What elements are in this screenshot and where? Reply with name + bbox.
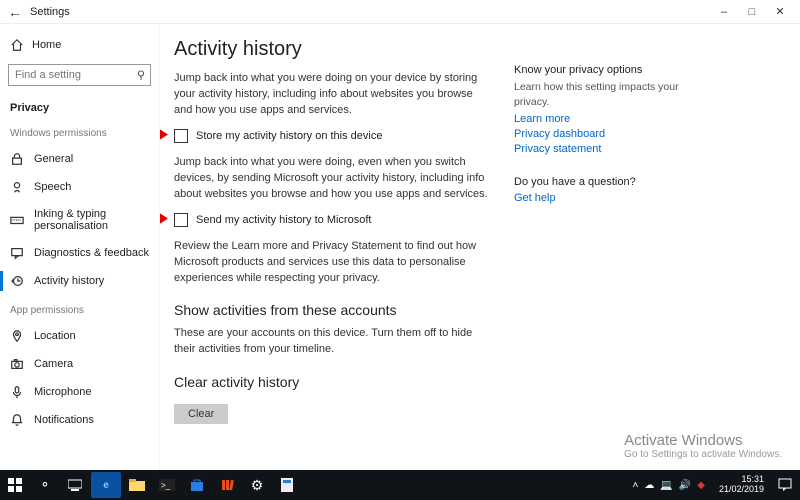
link-learn-more[interactable]: Learn more — [514, 113, 704, 125]
red-arrow-icon — [160, 209, 168, 230]
main-panel: Activity history Jump back into what you… — [160, 24, 800, 470]
section-app-permissions: App permissions — [0, 295, 159, 322]
home-icon — [10, 38, 24, 52]
checkbox-send[interactable] — [174, 213, 188, 227]
checkbox-row-send[interactable]: Send my activity history to Microsoft — [174, 213, 494, 227]
window-title: Settings — [30, 6, 70, 18]
intro-text-3: Review the Learn more and Privacy Statem… — [174, 239, 494, 287]
location-icon — [10, 329, 24, 343]
taskbar-app-settings[interactable]: ⚙ — [242, 470, 272, 500]
checkbox-send-label: Send my activity history to Microsoft — [196, 214, 371, 226]
titlebar: ← Settings – □ ✕ — [0, 0, 800, 24]
speech-icon — [10, 180, 24, 194]
history-icon — [10, 274, 24, 288]
sidebar-item-camera[interactable]: Camera — [0, 350, 159, 378]
maximize-button[interactable]: □ — [738, 2, 766, 22]
home-label: Home — [32, 39, 61, 51]
intro-text-1: Jump back into what you were doing on yo… — [174, 71, 494, 119]
search-wrap: ⚲ — [8, 64, 151, 86]
svg-text:>_: >_ — [161, 481, 171, 490]
sidebar-item-location[interactable]: Location — [0, 322, 159, 350]
close-button[interactable]: ✕ — [766, 2, 794, 22]
checkbox-row-store[interactable]: Store my activity history on this device — [174, 129, 494, 143]
sidebar-item-label: Location — [34, 330, 76, 342]
heading-clear: Clear activity history — [174, 374, 494, 390]
taskbar-date: 21/02/2019 — [719, 485, 764, 495]
tray-volume-icon[interactable]: 🔊 — [679, 480, 691, 491]
system-tray[interactable]: ˄ ☁ 💻 🔊 ◆ — [625, 480, 713, 491]
red-arrow-icon — [160, 125, 168, 146]
activation-watermark: Activate Windows Go to Settings to activ… — [624, 432, 782, 460]
tray-network-icon[interactable]: 💻 — [660, 480, 672, 491]
bell-icon — [10, 413, 24, 427]
heading-accounts: Show activities from these accounts — [174, 302, 494, 318]
sidebar-item-label: Diagnostics & feedback — [34, 247, 149, 259]
accounts-text: These are your accounts on this device. … — [174, 326, 494, 358]
taskbar-app-library[interactable] — [212, 470, 242, 500]
link-privacy-statement[interactable]: Privacy statement — [514, 143, 704, 155]
sidebar: Home ⚲ Privacy Windows permissions Gener… — [0, 24, 160, 470]
start-button[interactable] — [0, 470, 30, 500]
question-heading: Do you have a question? — [514, 176, 704, 188]
sidebar-item-inking[interactable]: Inking & typing personalisation — [0, 201, 159, 239]
privacy-options-text: Learn how this setting impacts your priv… — [514, 80, 704, 109]
taskbar-clock[interactable]: 15:31 21/02/2019 — [713, 475, 770, 495]
taskbar-app-calc[interactable] — [272, 470, 302, 500]
sidebar-item-label: Camera — [34, 358, 73, 370]
section-windows-permissions: Windows permissions — [0, 118, 159, 145]
settings-column: Activity history Jump back into what you… — [174, 38, 494, 470]
intro-text-2: Jump back into what you were doing, even… — [174, 155, 494, 203]
watermark-title: Activate Windows — [624, 432, 782, 449]
clear-button[interactable]: Clear — [174, 404, 228, 424]
sidebar-item-label: Activity history — [34, 275, 104, 287]
taskbar-app-store[interactable] — [182, 470, 212, 500]
taskbar-app-terminal[interactable]: >_ — [152, 470, 182, 500]
back-button[interactable]: ← — [6, 4, 24, 20]
sidebar-item-microphone[interactable]: Microphone — [0, 378, 159, 406]
keyboard-icon — [10, 213, 24, 227]
content-area: Home ⚲ Privacy Windows permissions Gener… — [0, 24, 800, 470]
checkbox-store[interactable] — [174, 129, 188, 143]
sidebar-item-diagnostics[interactable]: Diagnostics & feedback — [0, 239, 159, 267]
search-input[interactable] — [8, 64, 151, 86]
nav-current: Privacy — [0, 96, 159, 118]
sidebar-item-label: Speech — [34, 181, 71, 193]
taskbar-search-icon[interactable]: ⚬ — [30, 470, 60, 500]
lock-icon — [10, 152, 24, 166]
camera-icon — [10, 357, 24, 371]
tray-cloud-icon[interactable]: ☁ — [644, 480, 654, 491]
taskbar-app-explorer[interactable] — [122, 470, 152, 500]
sidebar-item-label: Inking & typing personalisation — [34, 208, 149, 232]
link-privacy-dashboard[interactable]: Privacy dashboard — [514, 128, 704, 140]
info-column: Know your privacy options Learn how this… — [514, 38, 704, 470]
tray-shield-icon[interactable]: ◆ — [697, 480, 705, 491]
search-icon: ⚲ — [137, 69, 145, 82]
taskbar: ⚬ e >_ ⚙ ˄ ☁ 💻 🔊 ◆ 15:31 21/02/2019 — [0, 470, 800, 500]
tray-chevron-icon[interactable]: ˄ — [633, 480, 639, 491]
page-title: Activity history — [174, 38, 494, 61]
taskview-icon[interactable] — [60, 470, 90, 500]
action-center-icon[interactable] — [770, 470, 800, 500]
sidebar-item-notifications[interactable]: Notifications — [0, 406, 159, 434]
privacy-options-heading: Know your privacy options — [514, 64, 704, 76]
minimize-button[interactable]: – — [710, 2, 738, 22]
sidebar-item-speech[interactable]: Speech — [0, 173, 159, 201]
taskbar-app-edge[interactable]: e — [91, 472, 121, 498]
checkbox-store-label: Store my activity history on this device — [196, 130, 382, 142]
sidebar-item-general[interactable]: General — [0, 145, 159, 173]
link-get-help[interactable]: Get help — [514, 192, 704, 204]
sidebar-item-activity-history[interactable]: Activity history — [0, 267, 159, 295]
sidebar-item-label: Notifications — [34, 414, 94, 426]
feedback-icon — [10, 246, 24, 260]
home-link[interactable]: Home — [0, 32, 159, 58]
sidebar-item-label: Microphone — [34, 386, 91, 398]
sidebar-item-label: General — [34, 153, 73, 165]
microphone-icon — [10, 385, 24, 399]
watermark-subtitle: Go to Settings to activate Windows. — [624, 449, 782, 460]
